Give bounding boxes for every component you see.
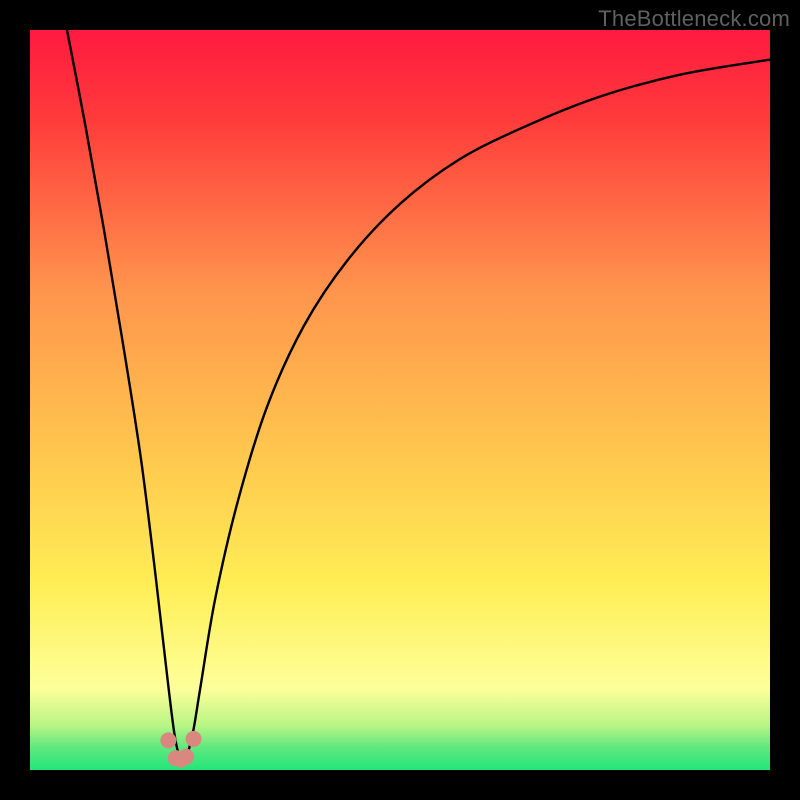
bottleneck-curve — [67, 30, 770, 762]
threshold-marker — [160, 732, 176, 748]
watermark-text: TheBottleneck.com — [598, 6, 790, 32]
outer-frame: TheBottleneck.com — [0, 0, 800, 800]
threshold-marker — [186, 731, 202, 747]
threshold-marker — [178, 749, 194, 765]
threshold-markers — [160, 731, 201, 768]
plot-area — [30, 30, 770, 770]
chart-svg — [30, 30, 770, 770]
